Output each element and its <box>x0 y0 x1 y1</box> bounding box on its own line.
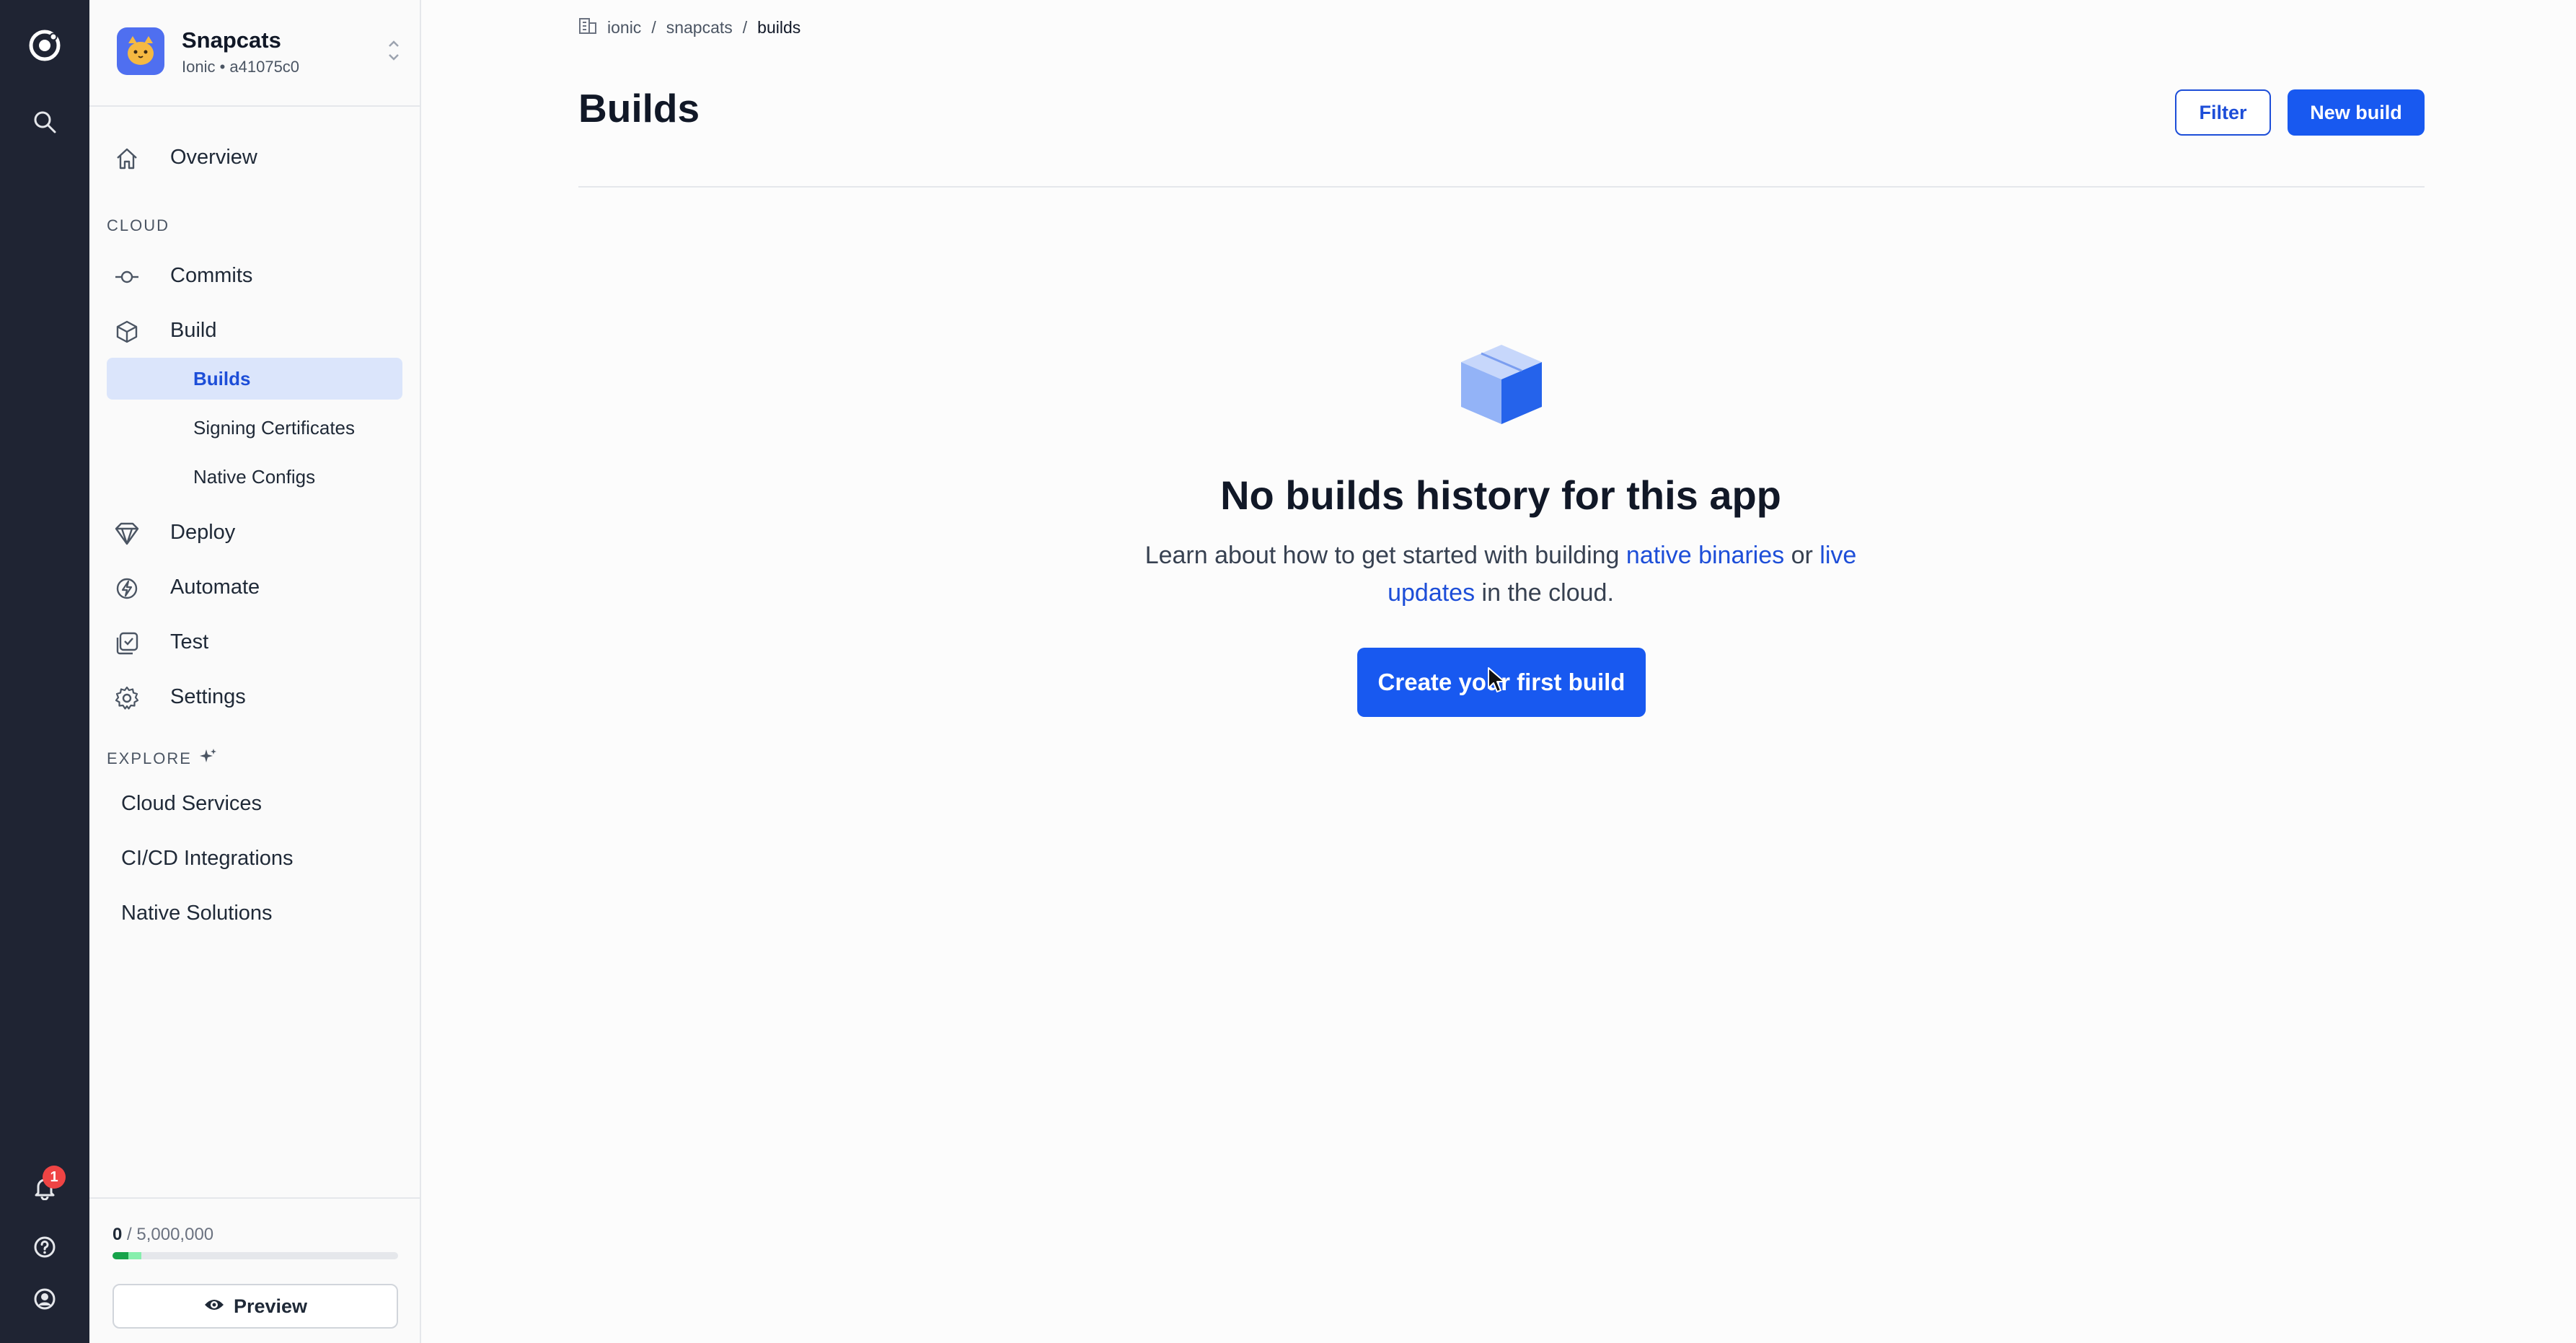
breadcrumb-current: builds <box>757 17 801 37</box>
sidebar: Snapcats Ionic • a41075c0 Overview CLOUD… <box>89 0 421 1343</box>
nav-label: Automate <box>170 575 260 599</box>
divider <box>578 186 2425 188</box>
nav-label: Commits <box>170 263 253 287</box>
nav-signing-certificates[interactable]: Signing Certificates <box>107 407 402 449</box>
app-avatar <box>117 27 164 75</box>
nav-automate[interactable]: Automate <box>89 565 420 609</box>
nav-settings[interactable]: Settings <box>89 675 420 718</box>
section-label-cloud: CLOUD <box>107 216 170 234</box>
app-name: Snapcats <box>182 27 281 53</box>
nav-native-configs[interactable]: Native Configs <box>107 456 402 498</box>
desc-text: Learn about how to get started with buil… <box>1144 542 1626 569</box>
explore-cloud-services[interactable]: Cloud Services <box>121 792 262 816</box>
app-subtitle: Ionic • a41075c0 <box>182 58 300 76</box>
breadcrumb-separator: / <box>742 17 748 37</box>
nav-overview[interactable]: Overview <box>89 136 420 179</box>
nav-builds[interactable]: Builds <box>107 358 402 400</box>
ionic-logo-icon[interactable] <box>27 27 63 63</box>
nav-label: Settings <box>170 684 246 708</box>
app-rail: 1 <box>0 0 89 1343</box>
usage-progress-bar <box>113 1252 398 1259</box>
breadcrumb: ionic / snapcats / builds <box>578 16 800 39</box>
page-title: Builds <box>578 86 700 131</box>
box-illustration-icon <box>1457 342 1546 431</box>
nav-build[interactable]: Build <box>89 309 420 352</box>
breadcrumb-app[interactable]: snapcats <box>666 18 733 38</box>
usage-limit: / 5,000,000 <box>127 1225 214 1244</box>
mouse-cursor-icon <box>1487 666 1506 697</box>
box-icon <box>113 317 141 346</box>
notification-count-badge: 1 <box>43 1166 66 1189</box>
test-checklist-icon <box>113 629 141 658</box>
new-build-button[interactable]: New build <box>2288 89 2425 136</box>
section-label-explore: EXPLORE <box>107 747 218 770</box>
divider <box>89 1197 420 1199</box>
sparkle-icon <box>199 747 218 770</box>
nav-label: Native Configs <box>193 465 316 488</box>
filter-button[interactable]: Filter <box>2175 89 2271 136</box>
chevron-up-down-icon <box>387 38 401 67</box>
breadcrumb-org[interactable]: ionic <box>607 18 641 38</box>
nav-label: Builds <box>193 367 251 389</box>
explore-native-solutions[interactable]: Native Solutions <box>121 902 273 925</box>
nav-deploy[interactable]: Deploy <box>89 511 420 554</box>
explore-cicd-integrations[interactable]: CI/CD Integrations <box>121 847 294 871</box>
app-switcher[interactable]: Snapcats Ionic • a41075c0 <box>89 0 420 107</box>
explore-label: EXPLORE <box>107 749 192 767</box>
automate-bolt-icon <box>113 574 141 603</box>
nav-label: Deploy <box>170 520 236 544</box>
native-binaries-link[interactable]: native binaries <box>1626 542 1784 569</box>
home-icon <box>113 144 141 173</box>
breadcrumb-separator: / <box>651 17 656 37</box>
deploy-diamond-icon <box>113 519 141 548</box>
nav-label: Test <box>170 630 209 653</box>
preview-button[interactable]: Preview <box>113 1284 398 1329</box>
empty-state-description: Learn about how to get started with buil… <box>1111 537 1891 612</box>
nav-label: Build <box>170 318 217 342</box>
org-building-icon <box>578 16 597 39</box>
account-icon[interactable] <box>27 1281 63 1317</box>
search-icon[interactable] <box>27 104 63 140</box>
gear-icon <box>113 684 141 713</box>
preview-label: Preview <box>233 1295 308 1317</box>
notifications-bell-icon[interactable]: 1 <box>27 1166 66 1206</box>
eye-icon <box>203 1295 225 1318</box>
empty-state-title: No builds history for this app <box>1220 472 1781 518</box>
nav-label: Signing Certificates <box>193 416 355 439</box>
usage-used: 0 <box>113 1225 123 1244</box>
commit-icon <box>113 263 141 291</box>
help-icon[interactable] <box>27 1229 63 1265</box>
desc-text: or <box>1784 542 1820 569</box>
nav-commits[interactable]: Commits <box>89 254 420 297</box>
desc-text: in the cloud. <box>1475 579 1614 607</box>
usage-text: 0 / 5,000,000 <box>113 1225 213 1245</box>
nav-test[interactable]: Test <box>89 620 420 664</box>
nav-label: Overview <box>170 145 257 169</box>
usage-progress-fill <box>113 1252 141 1259</box>
